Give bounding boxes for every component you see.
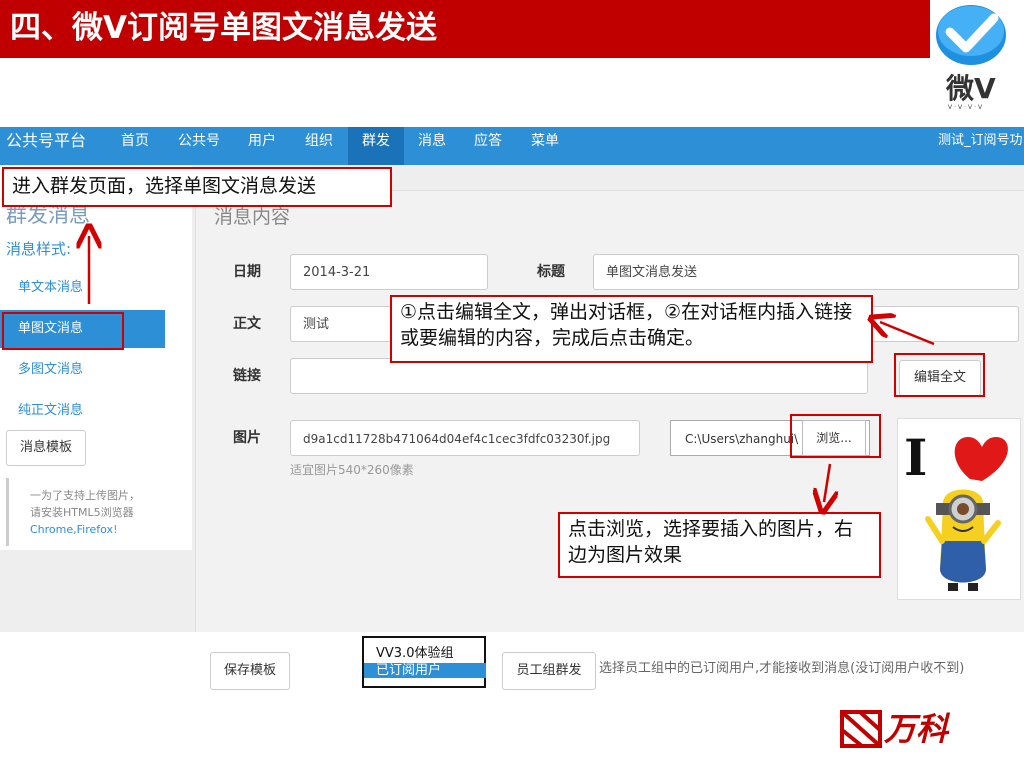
vanke-logo-text: 万科 — [884, 710, 949, 748]
vanke-logo-icon — [840, 710, 882, 748]
arrow-left-icon — [880, 322, 935, 346]
arrow-down-icon — [824, 463, 830, 502]
annotation-arrows — [0, 0, 935, 768]
